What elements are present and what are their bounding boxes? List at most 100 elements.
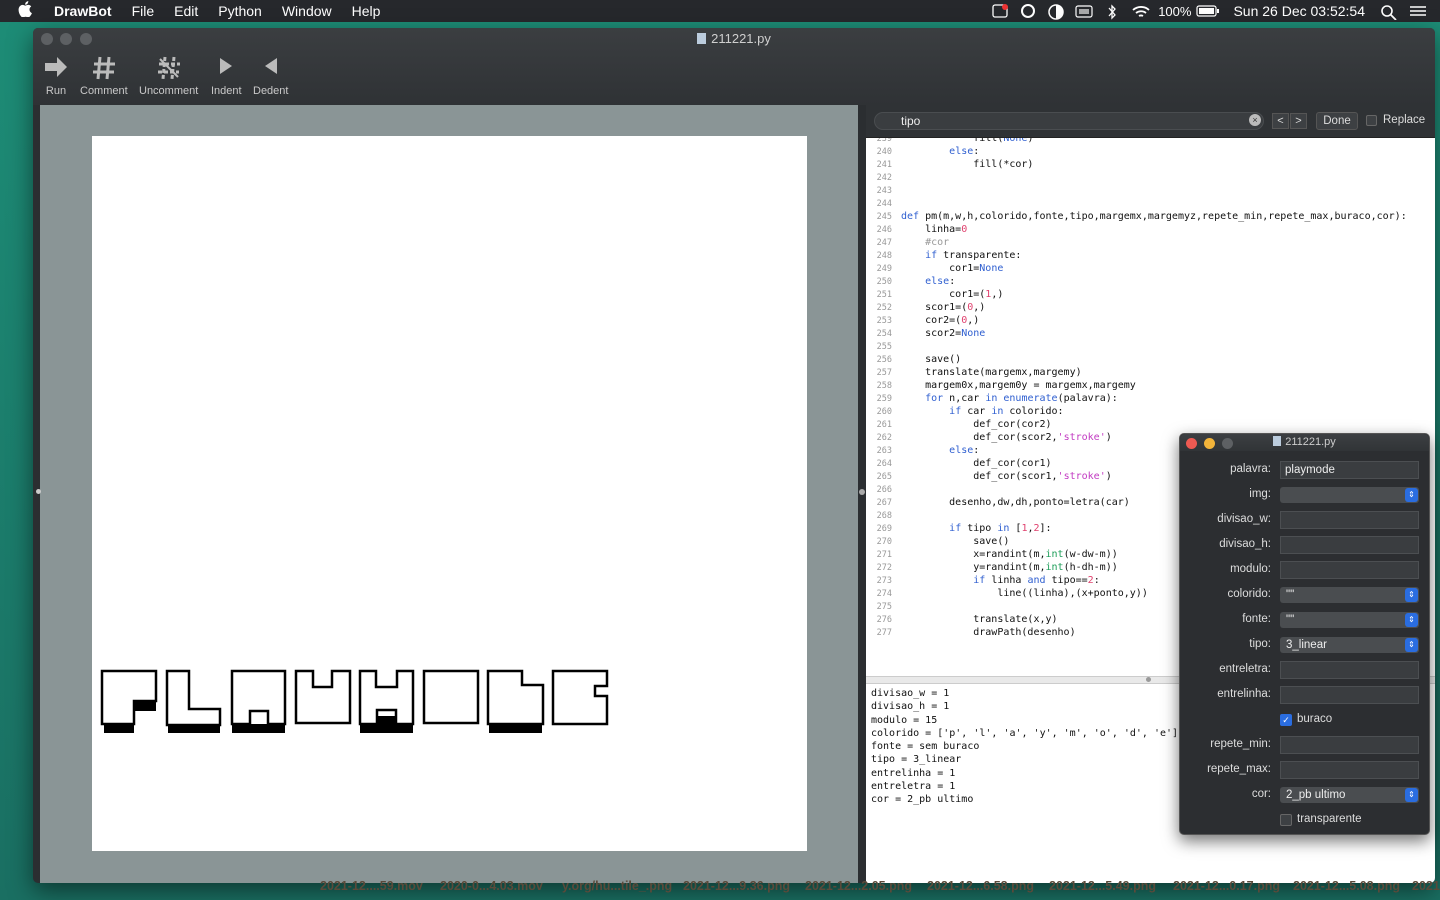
dedent-button[interactable]: Dedent [253, 55, 288, 97]
panel-zoom-button[interactable] [1222, 438, 1233, 449]
panel-minimize-button[interactable] [1204, 438, 1215, 449]
window-title-text: 211221.py [711, 31, 771, 46]
python-file-icon [1273, 436, 1282, 446]
line-text: desenho,dw,dh,ponto=letra(car) [901, 497, 1130, 508]
find-next-button[interactable]: > [1290, 113, 1307, 129]
clear-search-icon[interactable]: × [1249, 114, 1261, 126]
divisao-w-field[interactable] [1280, 511, 1419, 529]
menu-window[interactable]: Window [282, 3, 332, 19]
repete-min-field[interactable] [1280, 736, 1419, 754]
code-line: 260 if car in colorido: [866, 405, 1435, 418]
code-line: 240 else: [866, 145, 1435, 158]
line-text: if tipo in [1,2]: [949, 523, 1052, 534]
line-text: scor2=None [901, 328, 986, 339]
keyboard-icon[interactable] [1075, 4, 1093, 18]
line-text: else: [949, 445, 980, 456]
indent-label: Indent [211, 85, 242, 97]
vertical-splitter[interactable] [858, 105, 866, 883]
buraco-checkbox[interactable]: ✓ [1280, 714, 1292, 726]
select-arrows-icon: ⇕ [1405, 788, 1418, 802]
splitter-dot [1146, 677, 1151, 682]
desktop-file-label[interactable]: 2020-0...4.03.mov [440, 879, 543, 893]
code-line: 252 scor1=(0,) [866, 301, 1435, 314]
code-line: 257 translate(margemx,margemy) [866, 366, 1435, 379]
desktop-file-label[interactable]: 2021-12...2.05.png [805, 879, 912, 893]
uncomment-button[interactable]: Uncomment [139, 55, 198, 97]
fonte-select[interactable]: "" ⇕ [1280, 612, 1419, 628]
modulo-field[interactable] [1280, 561, 1419, 579]
code-line: 244 [866, 197, 1435, 210]
line-text: if linha and tipo==2: [973, 575, 1100, 586]
indent-button[interactable]: Indent [211, 55, 242, 97]
transparente-checkbox[interactable] [1280, 814, 1292, 826]
cor-select[interactable]: 2_pb ultimo ⇕ [1280, 787, 1419, 803]
panel-close-button[interactable] [1186, 438, 1197, 449]
playmode-artwork [100, 669, 609, 733]
menu-file[interactable]: File [132, 3, 155, 19]
display-contrast-icon[interactable] [1047, 4, 1065, 20]
apple-menu-icon[interactable] [18, 1, 38, 21]
repete-max-field[interactable] [1280, 761, 1419, 779]
run-arrow-icon [43, 55, 69, 85]
left-resize-handle[interactable] [36, 489, 41, 494]
transparente-label: transparente [1297, 813, 1362, 825]
status-area: 100% Sun 26 Dec 03:52:54 [986, 0, 1440, 22]
line-text: else: [949, 146, 980, 157]
menu-edit[interactable]: Edit [174, 3, 198, 19]
palavra-field[interactable]: playmode [1280, 461, 1419, 479]
uncomment-label: Uncomment [139, 85, 199, 97]
battery-icon[interactable] [1196, 4, 1220, 18]
field-row-repete-min: repete_min: [1180, 736, 1429, 754]
canvas-pane[interactable] [36, 105, 858, 883]
line-text: drawPath(desenho) [901, 627, 1076, 638]
code-line: 254 scor2=None [866, 327, 1435, 340]
run-button[interactable]: Run [43, 55, 69, 97]
splitter-dot [859, 489, 865, 495]
entrelinha-field[interactable] [1280, 686, 1419, 704]
desktop-file-label[interactable]: y.org/hu...tile_.png [562, 879, 672, 893]
desktop-file-label[interactable]: 2021-12...5.49.png [1049, 879, 1156, 893]
divisao-h-field[interactable] [1280, 536, 1419, 554]
python-file-icon [697, 33, 707, 44]
menu-python[interactable]: Python [218, 3, 262, 19]
tipo-label: tipo: [1249, 638, 1271, 650]
creative-cloud-icon[interactable] [1019, 4, 1037, 18]
replace-checkbox[interactable] [1366, 115, 1377, 126]
desktop-file-label[interactable]: 2021-12...5.08.png [1293, 879, 1400, 893]
img-label: img: [1249, 488, 1271, 500]
clock[interactable]: Sun 26 Dec 03:52:54 [1233, 3, 1365, 19]
desktop-file-label[interactable]: 2021-12...9.36.png [683, 879, 790, 893]
line-text: fill(None) [901, 138, 1034, 144]
entreletra-field[interactable] [1280, 661, 1419, 679]
cor-selected-value: 2_pb ultimo [1286, 789, 1346, 801]
line-text: translate(x,y) [901, 614, 1058, 625]
spotlight-search-icon[interactable] [1380, 4, 1398, 21]
wifi-icon[interactable] [1131, 4, 1150, 18]
img-select[interactable]: ⇕ [1280, 487, 1419, 503]
desktop-file-label[interactable]: 2021-12...0.17.png [1173, 879, 1280, 893]
field-row-repete-max: repete_max: [1180, 761, 1429, 779]
desktop-file-label[interactable]: 2021-12...6.58.png [927, 879, 1034, 893]
find-input[interactable]: tipo [874, 112, 1264, 130]
desktop-file-label[interactable]: 2021 [1412, 879, 1440, 893]
comment-button[interactable]: Comment [80, 55, 128, 97]
line-text: fill(*cor) [901, 159, 1034, 170]
line-text: def_cor(cor1) [901, 458, 1052, 469]
calendar-badge-icon[interactable] [991, 4, 1009, 18]
control-center-icon[interactable] [1408, 4, 1426, 18]
find-previous-button[interactable]: < [1272, 113, 1289, 129]
line-text: save() [901, 354, 962, 365]
find-done-button[interactable]: Done [1316, 112, 1358, 130]
code-line: 248 if transparente: [866, 249, 1435, 262]
tipo-selected-value: 3_linear [1286, 639, 1327, 651]
colorido-select[interactable]: "" ⇕ [1280, 587, 1419, 603]
menu-help[interactable]: Help [352, 3, 381, 19]
line-text: def pm(m,w,h,colorido,fonte,tipo,margemx… [901, 211, 1407, 222]
desktop-file-label[interactable]: 2021-12....59.mov [320, 879, 423, 893]
line-number: 277 [876, 628, 892, 638]
palavra-label: palavra: [1230, 463, 1271, 475]
menu-app-drawbot[interactable]: DrawBot [54, 3, 112, 19]
code-line: 255 [866, 340, 1435, 353]
tipo-select[interactable]: 3_linear ⇕ [1280, 637, 1419, 653]
bluetooth-icon[interactable] [1103, 4, 1121, 20]
